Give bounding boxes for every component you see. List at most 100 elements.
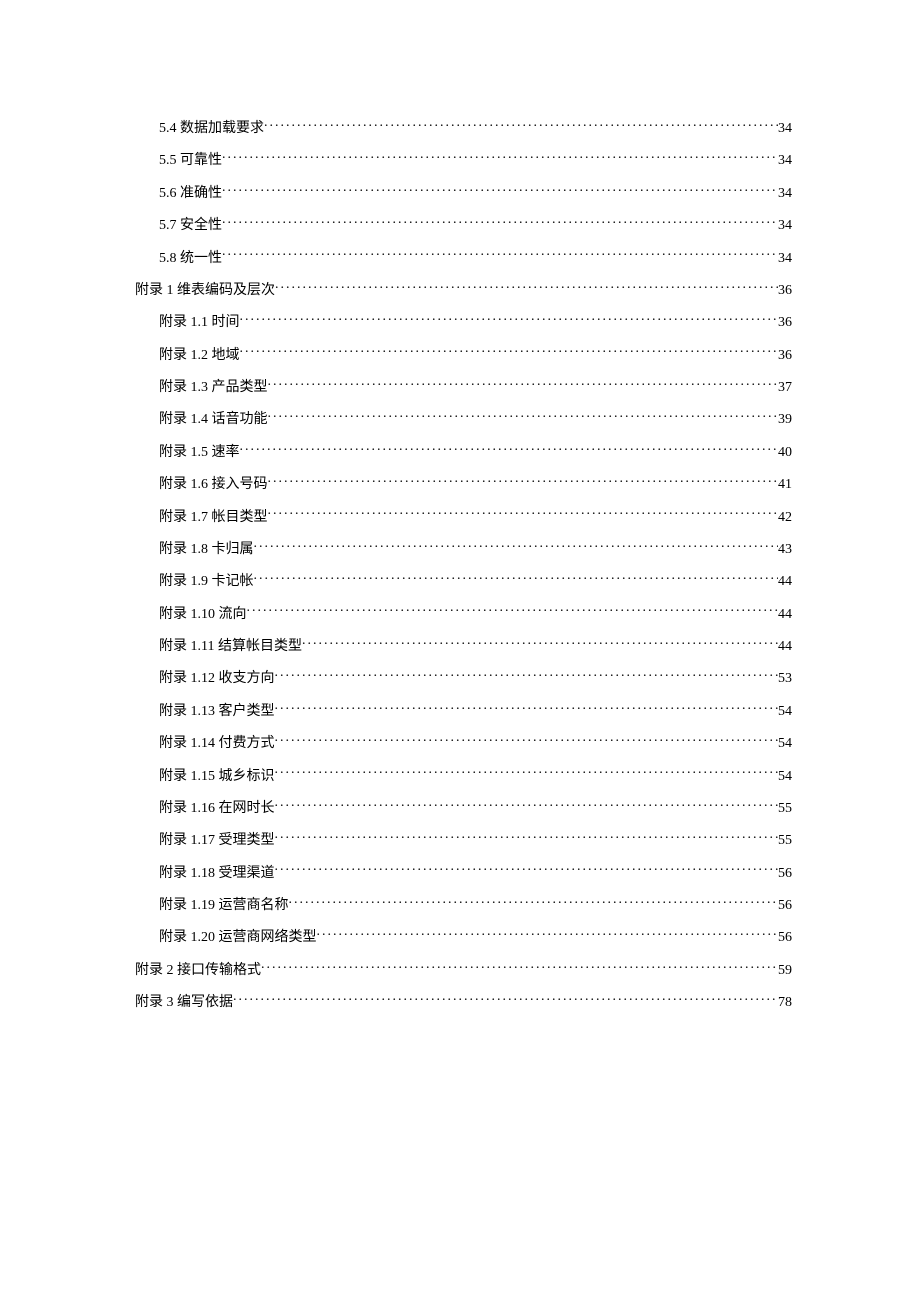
toc-entry[interactable]: 附录 2 接口传输格式59 — [135, 960, 792, 980]
toc-entry-page: 44 — [778, 638, 792, 656]
toc-entry-page: 43 — [778, 541, 792, 559]
toc-entry[interactable]: 附录 1.14 付费方式54 — [135, 733, 792, 753]
toc-dot-leader — [275, 701, 779, 715]
toc-entry-page: 36 — [778, 347, 792, 365]
toc-dot-leader — [254, 539, 779, 553]
toc-dot-leader — [233, 992, 778, 1006]
toc-entry[interactable]: 附录 1.13 客户类型 54 — [135, 701, 792, 721]
toc-entry[interactable]: 附录 1.10 流向 44 — [135, 604, 792, 624]
toc-entry[interactable]: 附录 1.19 运营商名称56 — [135, 895, 792, 915]
toc-entry-label: 附录 1.8 卡归属 — [159, 541, 254, 559]
toc-entry-page: 54 — [778, 703, 792, 721]
toc-dot-leader — [222, 248, 778, 262]
toc-entry-label: 附录 1.6 接入号码 — [159, 476, 268, 494]
toc-entry-page: 53 — [778, 670, 792, 688]
toc-entry-page: 37 — [778, 379, 792, 397]
toc-entry[interactable]: 5.7 安全性 34 — [135, 215, 792, 235]
toc-dot-leader — [275, 733, 779, 747]
toc-entry-label: 附录 1.3 产品类型 — [159, 379, 268, 397]
toc-entry-label: 附录 1 维表编码及层次 — [135, 282, 275, 300]
toc-entry-label: 附录 1.13 客户类型 — [159, 703, 275, 721]
toc-entry[interactable]: 5.6 准确性 34 — [135, 183, 792, 203]
toc-entry[interactable]: 附录 1.16 在网时长 55 — [135, 798, 792, 818]
toc-entry[interactable]: 5.8 统一性34 — [135, 248, 792, 268]
toc-entry[interactable]: 附录 3 编写依据 78 — [135, 992, 792, 1012]
toc-dot-leader — [261, 960, 778, 974]
toc-entry-label: 附录 1.2 地域 — [159, 347, 240, 365]
toc-dot-leader — [289, 895, 779, 909]
toc-entry-label: 附录 1.5 速率 — [159, 444, 240, 462]
toc-entry[interactable]: 附录 1.20 运营商网络类型 56 — [135, 927, 792, 947]
toc-dot-leader — [275, 668, 779, 682]
toc-dot-leader — [240, 312, 779, 326]
toc-entry-page: 56 — [778, 929, 792, 947]
toc-entry-page: 54 — [778, 768, 792, 786]
table-of-contents: 5.4 数据加载要求345.5 可靠性345.6 准确性345.7 安全性345… — [135, 118, 792, 1012]
toc-entry-page: 55 — [778, 832, 792, 850]
toc-entry-label: 附录 3 编写依据 — [135, 994, 233, 1012]
toc-entry-label: 5.8 统一性 — [159, 250, 222, 268]
toc-entry-label: 附录 1.17 受理类型 — [159, 832, 275, 850]
toc-entry[interactable]: 附录 1.15 城乡标识 54 — [135, 766, 792, 786]
toc-entry-label: 附录 1.15 城乡标识 — [159, 768, 275, 786]
toc-dot-leader — [268, 474, 779, 488]
toc-dot-leader — [268, 409, 779, 423]
toc-entry-page: 56 — [778, 897, 792, 915]
toc-entry-page: 40 — [778, 444, 792, 462]
toc-entry-page: 34 — [778, 185, 792, 203]
toc-entry[interactable]: 5.4 数据加载要求 34 — [135, 118, 792, 138]
toc-dot-leader — [275, 766, 779, 780]
toc-entry-label: 附录 1.11 结算帐目类型 — [159, 638, 302, 656]
toc-entry-label: 5.4 数据加载要求 — [159, 120, 264, 138]
toc-entry-label: 附录 1.16 在网时长 — [159, 800, 275, 818]
toc-entry[interactable]: 附录 1 维表编码及层次 36 — [135, 280, 792, 300]
toc-entry[interactable]: 附录 1.18 受理渠道 56 — [135, 863, 792, 883]
toc-dot-leader — [317, 927, 779, 941]
toc-entry-page: 55 — [778, 800, 792, 818]
toc-dot-leader — [222, 215, 778, 229]
toc-entry[interactable]: 附录 1.9 卡记帐44 — [135, 571, 792, 591]
toc-entry[interactable]: 附录 1.12 收支方向53 — [135, 668, 792, 688]
toc-dot-leader — [275, 798, 779, 812]
toc-dot-leader — [264, 118, 778, 132]
toc-dot-leader — [247, 604, 779, 618]
toc-entry[interactable]: 附录 1.17 受理类型 55 — [135, 830, 792, 850]
toc-entry[interactable]: 5.5 可靠性34 — [135, 150, 792, 170]
toc-entry-page: 36 — [778, 314, 792, 332]
toc-entry-page: 56 — [778, 865, 792, 883]
toc-entry[interactable]: 附录 1.8 卡归属 43 — [135, 539, 792, 559]
toc-entry-label: 附录 1.7 帐目类型 — [159, 509, 268, 527]
toc-dot-leader — [254, 571, 779, 585]
toc-entry-page: 34 — [778, 152, 792, 170]
toc-entry-label: 附录 1.20 运营商网络类型 — [159, 929, 317, 947]
toc-entry-page: 54 — [778, 735, 792, 753]
toc-entry-label: 5.6 准确性 — [159, 185, 222, 203]
toc-entry[interactable]: 附录 1.4 话音功能 39 — [135, 409, 792, 429]
toc-entry-label: 附录 1.9 卡记帐 — [159, 573, 254, 591]
toc-entry[interactable]: 附录 1.6 接入号码 41 — [135, 474, 792, 494]
toc-entry[interactable]: 附录 1.7 帐目类型 42 — [135, 507, 792, 527]
toc-entry-label: 5.7 安全性 — [159, 217, 222, 235]
toc-entry[interactable]: 附录 1.11 结算帐目类型 44 — [135, 636, 792, 656]
toc-entry-page: 78 — [778, 994, 792, 1012]
toc-dot-leader — [240, 345, 779, 359]
toc-entry[interactable]: 附录 1.1 时间36 — [135, 312, 792, 332]
toc-entry-label: 附录 1.4 话音功能 — [159, 411, 268, 429]
toc-entry-page: 39 — [778, 411, 792, 429]
toc-entry-page: 34 — [778, 120, 792, 138]
toc-entry-page: 36 — [778, 282, 792, 300]
toc-entry[interactable]: 附录 1.3 产品类型 37 — [135, 377, 792, 397]
toc-entry-page: 34 — [778, 217, 792, 235]
toc-dot-leader — [302, 636, 778, 650]
toc-dot-leader — [222, 183, 778, 197]
toc-entry-page: 44 — [778, 606, 792, 624]
toc-entry-page: 41 — [778, 476, 792, 494]
toc-entry[interactable]: 附录 1.5 速率 40 — [135, 442, 792, 462]
toc-entry-label: 附录 1.18 受理渠道 — [159, 865, 275, 883]
toc-dot-leader — [222, 150, 778, 164]
toc-dot-leader — [268, 507, 779, 521]
toc-entry-page: 42 — [778, 509, 792, 527]
toc-entry-label: 附录 1.10 流向 — [159, 606, 247, 624]
toc-dot-leader — [268, 377, 779, 391]
toc-entry[interactable]: 附录 1.2 地域 36 — [135, 345, 792, 365]
